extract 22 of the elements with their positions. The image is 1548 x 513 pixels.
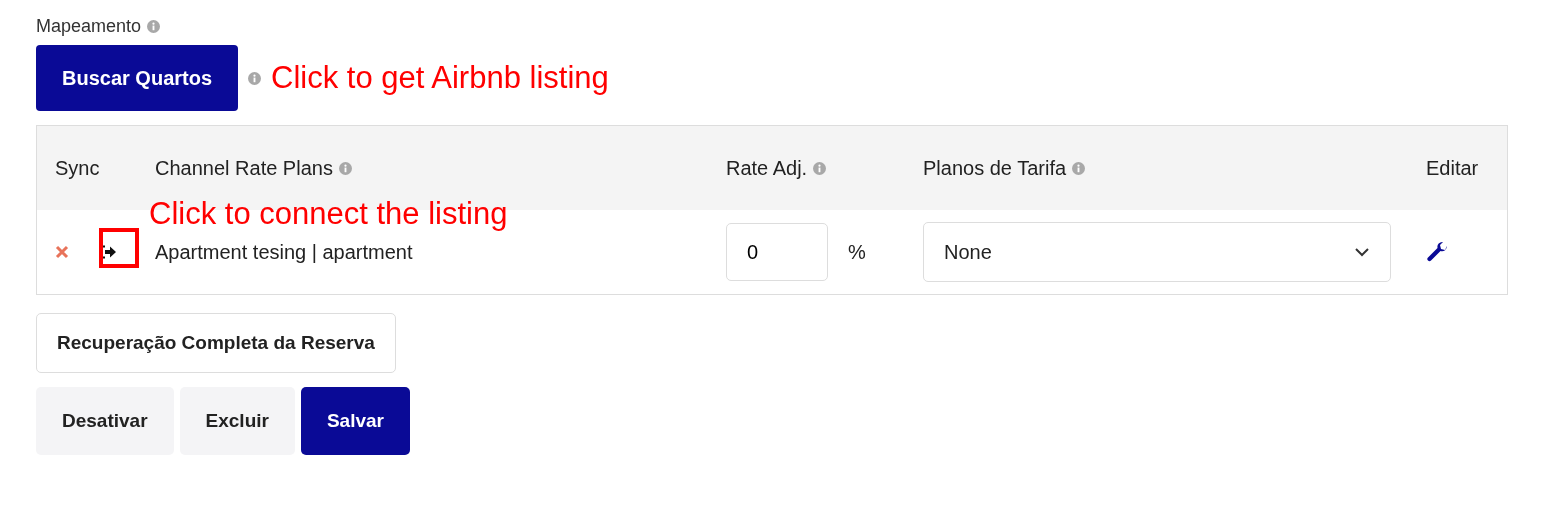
rate-adjustment-field[interactable]: 0 bbox=[726, 223, 828, 281]
column-header: Channel Rate Plans bbox=[155, 156, 333, 180]
info-icon bbox=[248, 71, 262, 85]
section-label: Mapeamento bbox=[36, 16, 142, 37]
rate-plan-name: Apartment tesing | apartment bbox=[155, 240, 414, 264]
chevron-down-icon bbox=[1354, 247, 1370, 257]
search-rooms-button[interactable]: Buscar Quartos bbox=[36, 45, 239, 111]
full-recovery-button[interactable]: Recuperação Completa da Reserva bbox=[36, 313, 396, 373]
action-button[interactable]: Desativar bbox=[36, 387, 174, 455]
column-header: Editar bbox=[1426, 156, 1479, 180]
close-icon[interactable] bbox=[55, 245, 69, 259]
rate-plan-dropdown[interactable]: None bbox=[923, 222, 1391, 282]
column-header: Planos de Tarifa bbox=[923, 156, 1067, 180]
info-icon bbox=[147, 20, 161, 33]
wrench-icon[interactable] bbox=[1426, 240, 1450, 264]
annotation-text: Click to get Airbnb listing bbox=[271, 60, 609, 96]
save-button[interactable]: Salvar bbox=[300, 387, 410, 455]
percent-unit: % bbox=[848, 240, 866, 264]
column-header: Rate Adj. bbox=[726, 156, 808, 180]
column-header: Sync bbox=[55, 156, 100, 180]
annotation-text: Click to connect the listing bbox=[149, 196, 508, 232]
action-button[interactable]: Excluir bbox=[179, 387, 295, 455]
